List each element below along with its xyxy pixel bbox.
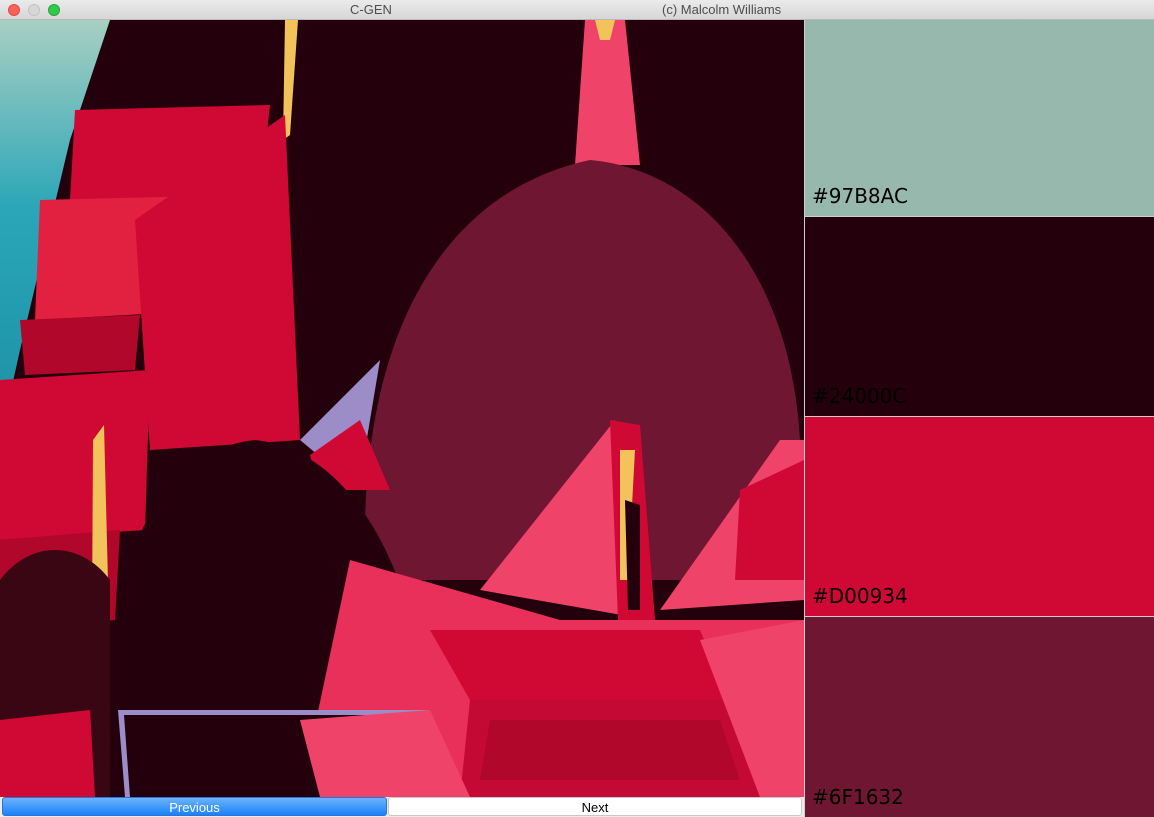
previous-button[interactable]: Previous [2,797,387,816]
close-window-icon[interactable] [8,4,20,16]
swatch-1[interactable]: #97B8AC [804,20,1154,217]
swatch-2-hex: #24000C [812,384,907,408]
color-palette: #97B8AC #24000C #D00934 #6F1632 [804,20,1154,817]
window-title: C-GEN [350,2,392,17]
minimize-window-icon[interactable] [28,4,40,16]
swatch-2[interactable]: #24000C [804,217,1154,417]
swatch-1-hex: #97B8AC [812,184,908,208]
zoom-window-icon[interactable] [48,4,60,16]
artwork-image [0,20,804,797]
navigation-bar: Previous Next [0,797,804,817]
swatch-4-hex: #6F1632 [812,785,904,809]
swatch-3[interactable]: #D00934 [804,417,1154,617]
app-window: C-GEN (c) Malcolm Williams Previous Next… [0,0,1154,817]
swatch-4[interactable]: #6F1632 [804,617,1154,817]
title-bar[interactable]: C-GEN (c) Malcolm Williams [0,0,1154,20]
next-button[interactable]: Next [388,797,802,816]
window-credit: (c) Malcolm Williams [662,2,782,17]
swatch-3-hex: #D00934 [812,584,908,608]
